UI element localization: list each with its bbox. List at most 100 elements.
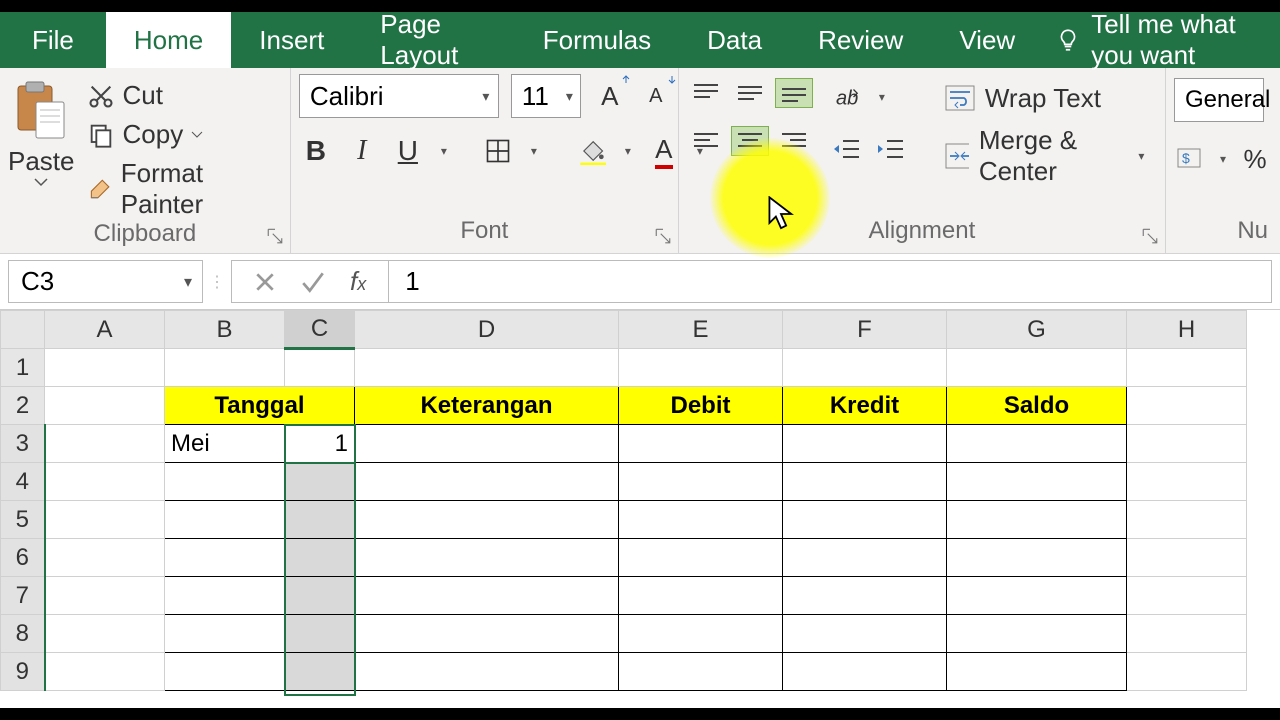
cell[interactable] bbox=[1127, 463, 1247, 501]
merge-caret[interactable]: ▾ bbox=[1136, 149, 1147, 163]
cell[interactable] bbox=[947, 539, 1127, 577]
cell[interactable] bbox=[783, 539, 947, 577]
tab-review[interactable]: Review bbox=[790, 12, 931, 68]
col-header[interactable]: H bbox=[1127, 311, 1247, 349]
cell[interactable] bbox=[619, 425, 783, 463]
font-name-combo[interactable]: Calibri ▾ bbox=[299, 74, 499, 118]
cell[interactable] bbox=[619, 577, 783, 615]
cell[interactable] bbox=[165, 653, 285, 691]
align-center-button[interactable] bbox=[731, 126, 769, 156]
borders-caret[interactable]: ▾ bbox=[527, 144, 541, 158]
cell[interactable] bbox=[165, 501, 285, 539]
tab-view[interactable]: View bbox=[931, 12, 1043, 68]
wrap-text-button[interactable]: Wrap Text bbox=[935, 78, 1157, 118]
cell[interactable] bbox=[1127, 349, 1247, 387]
col-header[interactable]: D bbox=[355, 311, 619, 349]
name-box[interactable]: C3 ▾ bbox=[8, 260, 203, 303]
cell[interactable] bbox=[165, 349, 285, 387]
copy-caret-icon[interactable] bbox=[191, 130, 203, 140]
orientation-caret[interactable]: ▾ bbox=[875, 90, 889, 104]
worksheet-grid[interactable]: A B C D E F G H 1 2 Tanggal Keterangan D… bbox=[0, 310, 1280, 691]
cell[interactable] bbox=[783, 349, 947, 387]
align-left-button[interactable] bbox=[687, 126, 725, 156]
cell[interactable] bbox=[285, 615, 355, 653]
number-format-combo[interactable]: General bbox=[1174, 78, 1264, 122]
select-all-corner[interactable] bbox=[1, 311, 45, 349]
borders-button[interactable] bbox=[481, 132, 515, 170]
cell[interactable] bbox=[619, 501, 783, 539]
row-header[interactable]: 1 bbox=[1, 349, 45, 387]
bold-button[interactable]: B bbox=[299, 132, 333, 170]
header-saldo[interactable]: Saldo bbox=[947, 387, 1127, 425]
merge-center-button[interactable]: Merge & Center ▾ bbox=[935, 136, 1157, 176]
cell[interactable] bbox=[1127, 425, 1247, 463]
decrease-font-button[interactable]: A bbox=[639, 77, 673, 115]
col-header[interactable]: E bbox=[619, 311, 783, 349]
cut-button[interactable]: Cut bbox=[87, 80, 282, 111]
col-header[interactable]: C bbox=[285, 311, 355, 349]
cell[interactable] bbox=[947, 463, 1127, 501]
cell[interactable] bbox=[45, 349, 165, 387]
cell[interactable] bbox=[619, 615, 783, 653]
font-dialog-launcher[interactable] bbox=[654, 227, 672, 245]
cell[interactable] bbox=[45, 501, 165, 539]
cell[interactable] bbox=[947, 577, 1127, 615]
cell[interactable] bbox=[45, 615, 165, 653]
tab-file[interactable]: File bbox=[0, 12, 106, 68]
cell[interactable] bbox=[947, 501, 1127, 539]
cell[interactable] bbox=[783, 501, 947, 539]
cell[interactable] bbox=[285, 463, 355, 501]
align-top-button[interactable] bbox=[687, 78, 725, 108]
tell-me-search[interactable]: Tell me what you want bbox=[1043, 12, 1280, 68]
cell[interactable] bbox=[165, 463, 285, 501]
fx-icon[interactable]: fx bbox=[350, 266, 366, 297]
cell[interactable] bbox=[1127, 577, 1247, 615]
paste-button[interactable]: Paste bbox=[8, 74, 75, 220]
cell[interactable] bbox=[285, 653, 355, 691]
cell[interactable] bbox=[45, 653, 165, 691]
cell[interactable] bbox=[355, 653, 619, 691]
format-painter-button[interactable]: Format Painter bbox=[87, 158, 282, 220]
fill-caret[interactable]: ▾ bbox=[621, 144, 635, 158]
decrease-indent-button[interactable] bbox=[829, 134, 867, 164]
cell[interactable] bbox=[619, 653, 783, 691]
cell[interactable] bbox=[1127, 653, 1247, 691]
header-keterangan[interactable]: Keterangan bbox=[355, 387, 619, 425]
col-header[interactable]: G bbox=[947, 311, 1127, 349]
cell[interactable] bbox=[947, 615, 1127, 653]
row-header[interactable]: 4 bbox=[1, 463, 45, 501]
cell[interactable] bbox=[355, 501, 619, 539]
cell[interactable] bbox=[1127, 387, 1247, 425]
tab-data[interactable]: Data bbox=[679, 12, 790, 68]
row-header[interactable]: 7 bbox=[1, 577, 45, 615]
cell-b3[interactable]: Mei bbox=[165, 425, 285, 463]
orientation-button[interactable]: ab bbox=[829, 78, 863, 116]
underline-caret[interactable]: ▾ bbox=[437, 144, 451, 158]
cell[interactable] bbox=[45, 387, 165, 425]
row-header[interactable]: 8 bbox=[1, 615, 45, 653]
header-debit[interactable]: Debit bbox=[619, 387, 783, 425]
cell[interactable] bbox=[783, 463, 947, 501]
cell[interactable] bbox=[355, 577, 619, 615]
cell[interactable] bbox=[165, 539, 285, 577]
tab-page-layout[interactable]: Page Layout bbox=[352, 12, 514, 68]
align-bottom-button[interactable] bbox=[775, 78, 813, 108]
cell[interactable] bbox=[45, 463, 165, 501]
enter-icon[interactable] bbox=[300, 271, 326, 293]
alignment-dialog-launcher[interactable] bbox=[1141, 227, 1159, 245]
cell[interactable] bbox=[783, 425, 947, 463]
caret-down-icon[interactable]: ▾ bbox=[174, 272, 202, 292]
cell[interactable] bbox=[619, 463, 783, 501]
cell[interactable] bbox=[355, 425, 619, 463]
fill-color-button[interactable] bbox=[575, 132, 609, 170]
cell[interactable] bbox=[285, 539, 355, 577]
row-header[interactable]: 3 bbox=[1, 425, 45, 463]
cell[interactable] bbox=[165, 577, 285, 615]
cell[interactable] bbox=[355, 615, 619, 653]
cell[interactable] bbox=[1127, 539, 1247, 577]
col-header[interactable]: F bbox=[783, 311, 947, 349]
header-kredit[interactable]: Kredit bbox=[783, 387, 947, 425]
font-size-combo[interactable]: 11 ▾ bbox=[511, 74, 581, 118]
paste-caret-icon[interactable] bbox=[34, 177, 48, 187]
cell[interactable] bbox=[45, 425, 165, 463]
